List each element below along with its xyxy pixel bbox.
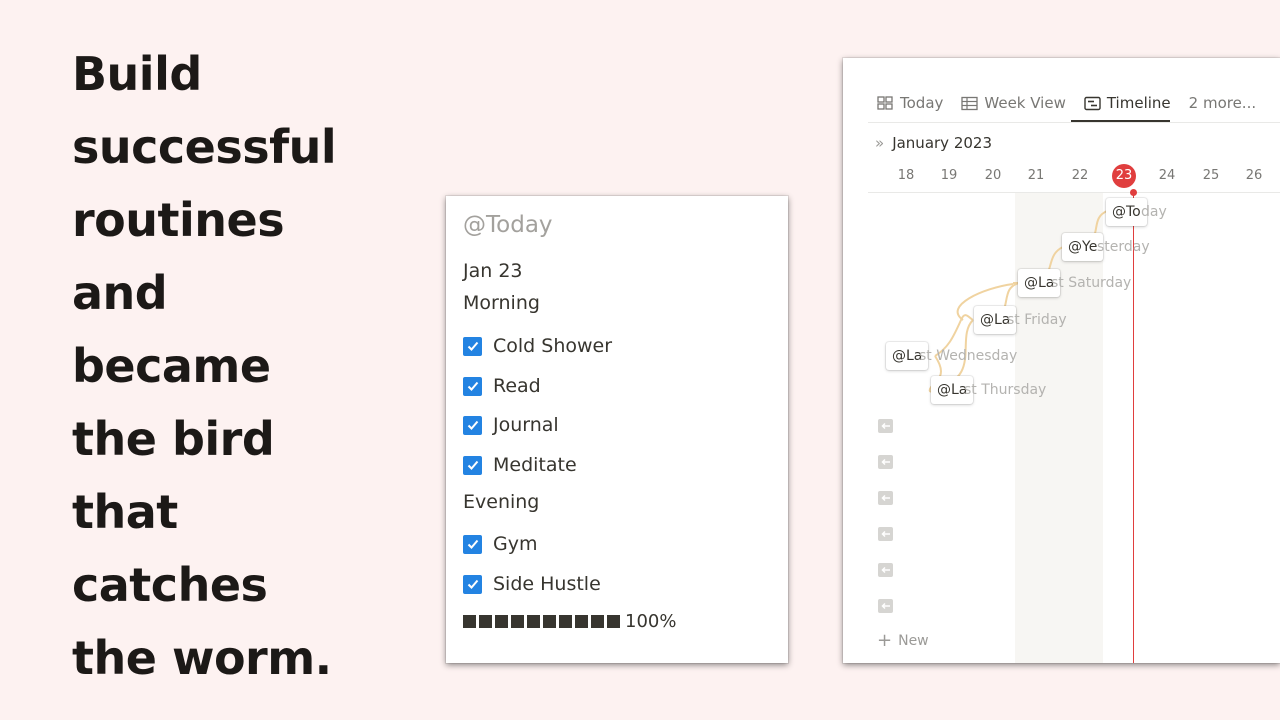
headline-line: the bird: [72, 412, 275, 466]
new-item-label: New: [898, 633, 929, 649]
progress-block: [463, 615, 476, 628]
check-icon: [467, 460, 478, 470]
checklist-item[interactable]: Side Hustle: [463, 573, 601, 595]
checkbox-checked[interactable]: [463, 376, 482, 396]
headline-line: routines: [72, 193, 285, 247]
check-icon: [467, 381, 478, 391]
progress-blocks: [463, 615, 623, 628]
scroll-to-item-icon[interactable]: [878, 419, 893, 433]
progress-block: [495, 615, 508, 628]
progress-bar: 100%: [463, 611, 676, 632]
progress-block: [543, 615, 556, 628]
item-title: @To: [1112, 204, 1141, 220]
progress-block: [527, 615, 540, 628]
checklist-item[interactable]: Read: [463, 375, 541, 397]
check-icon: [467, 579, 478, 589]
headline-line: Build: [72, 47, 202, 101]
check-icon: [467, 420, 478, 430]
checklist-item[interactable]: Meditate: [463, 454, 577, 476]
headline-line: that: [72, 485, 178, 539]
checklist-item[interactable]: Cold Shower: [463, 335, 612, 357]
checklist-item-label: Journal: [493, 414, 559, 436]
item-title-overflow: st Thursday: [964, 382, 1047, 398]
progress-block: [479, 615, 492, 628]
item-title: @La: [937, 382, 968, 398]
progress-block: [559, 615, 572, 628]
headline-line: the worm.: [72, 631, 332, 685]
headline: Build successful routines and became the…: [72, 38, 412, 695]
checkbox-checked[interactable]: [463, 534, 482, 554]
item-title-overflow: day: [1141, 204, 1167, 220]
checkbox-checked[interactable]: [463, 336, 482, 356]
item-title: @Ye: [1068, 239, 1098, 255]
check-icon: [467, 341, 478, 351]
checklist-card: @Today Jan 23 Morning Cold Shower Read J…: [446, 196, 788, 663]
checklist-item-label: Side Hustle: [493, 573, 601, 595]
new-item-button[interactable]: + New: [877, 632, 929, 650]
checkbox-checked[interactable]: [463, 574, 482, 594]
item-title-overflow: st Friday: [1007, 312, 1067, 328]
progress-block: [607, 615, 620, 628]
checklist-item-label: Gym: [493, 533, 538, 555]
item-title: @La: [980, 312, 1011, 328]
evening-label: Evening: [463, 491, 540, 513]
item-title-overflow: sterday: [1097, 239, 1150, 255]
check-icon: [467, 539, 478, 549]
checkbox-checked[interactable]: [463, 415, 482, 435]
scroll-to-item-icon[interactable]: [878, 455, 893, 469]
scroll-to-item-icon[interactable]: [878, 599, 893, 613]
progress-percent: 100%: [625, 611, 677, 632]
checkbox-checked[interactable]: [463, 455, 482, 475]
morning-label: Morning: [463, 292, 540, 314]
item-title-overflow: st Wednesday: [919, 348, 1018, 364]
checklist-item-label: Meditate: [493, 454, 577, 476]
scroll-to-item-icon[interactable]: [878, 563, 893, 577]
progress-block: [575, 615, 588, 628]
item-title: @La: [1024, 275, 1055, 291]
headline-line: became: [72, 339, 271, 393]
headline-line: successful: [72, 120, 337, 174]
checklist-item[interactable]: Journal: [463, 414, 559, 436]
card-date: Jan 23: [463, 260, 523, 282]
timeline-window: Today Week View Timeline 2 more... » Jan…: [843, 58, 1280, 663]
checklist-item[interactable]: Gym: [463, 533, 537, 555]
item-title-overflow: st Saturday: [1051, 275, 1132, 291]
card-title[interactable]: @Today: [463, 212, 553, 238]
scroll-to-item-icon[interactable]: [878, 527, 893, 541]
plus-icon: +: [877, 630, 893, 651]
headline-line: and: [72, 266, 168, 320]
checklist-item-label: Cold Shower: [493, 335, 613, 357]
scroll-to-item-icon[interactable]: [878, 491, 893, 505]
item-title: @La: [892, 348, 923, 364]
headline-line: catches: [72, 558, 268, 612]
checklist-item-label: Read: [493, 375, 541, 397]
progress-block: [591, 615, 604, 628]
progress-block: [511, 615, 524, 628]
